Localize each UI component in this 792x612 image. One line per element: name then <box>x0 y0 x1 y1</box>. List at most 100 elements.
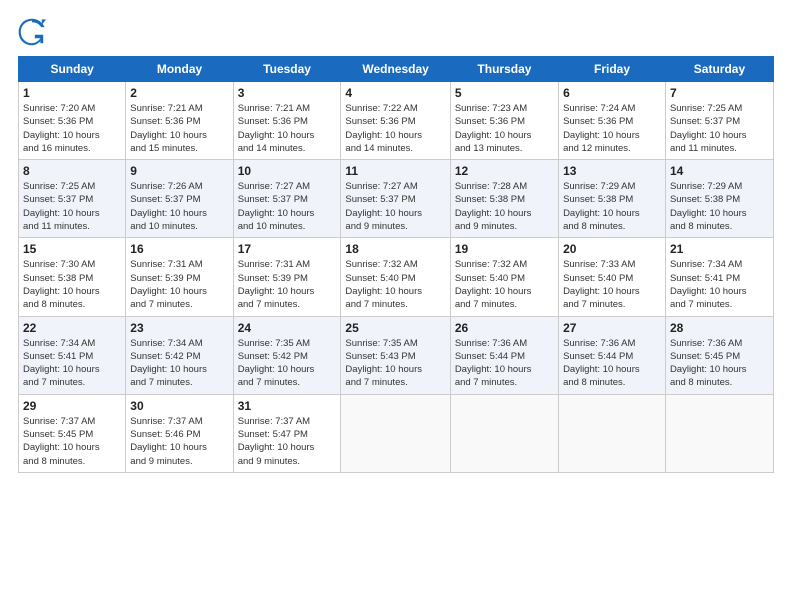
calendar-cell: 11 Sunrise: 7:27 AM Sunset: 5:37 PM Dayli… <box>341 160 450 238</box>
day-info: Sunrise: 7:25 AM Sunset: 5:37 PM Dayligh… <box>23 180 121 233</box>
day-number: 4 <box>345 86 445 100</box>
day-info: Sunrise: 7:36 AM Sunset: 5:44 PM Dayligh… <box>563 337 661 390</box>
day-info: Sunrise: 7:27 AM Sunset: 5:37 PM Dayligh… <box>238 180 337 233</box>
calendar-cell: 5Sunrise: 7:23 AM Sunset: 5:36 PM Daylig… <box>450 82 558 160</box>
day-info: Sunrise: 7:36 AM Sunset: 5:44 PM Dayligh… <box>455 337 554 390</box>
calendar-cell: 2 Sunrise: 7:21 AM Sunset: 5:36 PM Daylig… <box>126 82 233 160</box>
calendar-week-row: 15 Sunrise: 7:30 AM Sunset: 5:38 PM Dayli… <box>19 238 774 316</box>
calendar-cell <box>559 394 666 472</box>
calendar-cell: 23 Sunrise: 7:34 AM Sunset: 5:42 PM Dayli… <box>126 316 233 394</box>
day-info: Sunrise: 7:26 AM Sunset: 5:37 PM Dayligh… <box>130 180 228 233</box>
weekday-header-tuesday: Tuesday <box>233 57 341 82</box>
calendar-cell: 16 Sunrise: 7:31 AM Sunset: 5:39 PM Dayli… <box>126 238 233 316</box>
day-info: Sunrise: 7:29 AM Sunset: 5:38 PM Dayligh… <box>563 180 661 233</box>
day-info: Sunrise: 7:21 AM Sunset: 5:36 PM Dayligh… <box>130 102 228 155</box>
page-header <box>18 18 774 46</box>
day-info: Sunrise: 7:22 AM Sunset: 5:36 PM Dayligh… <box>345 102 445 155</box>
calendar-cell: 1 Sunrise: 7:20 AM Sunset: 5:36 PM Daylig… <box>19 82 126 160</box>
calendar-cell: 13 Sunrise: 7:29 AM Sunset: 5:38 PM Dayli… <box>559 160 666 238</box>
day-info: Sunrise: 7:31 AM Sunset: 5:39 PM Dayligh… <box>130 258 228 311</box>
calendar-cell: 3Sunrise: 7:21 AM Sunset: 5:36 PM Daylig… <box>233 82 341 160</box>
day-info: Sunrise: 7:30 AM Sunset: 5:38 PM Dayligh… <box>23 258 121 311</box>
day-number: 30 <box>130 399 228 413</box>
calendar-cell: 26 Sunrise: 7:36 AM Sunset: 5:44 PM Dayli… <box>450 316 558 394</box>
calendar-week-row: 29 Sunrise: 7:37 AM Sunset: 5:45 PM Dayli… <box>19 394 774 472</box>
day-info: Sunrise: 7:25 AM Sunset: 5:37 PM Dayligh… <box>670 102 769 155</box>
calendar-week-row: 1 Sunrise: 7:20 AM Sunset: 5:36 PM Daylig… <box>19 82 774 160</box>
day-info: Sunrise: 7:34 AM Sunset: 5:42 PM Dayligh… <box>130 337 228 390</box>
day-info: Sunrise: 7:35 AM Sunset: 5:43 PM Dayligh… <box>345 337 445 390</box>
day-number: 14 <box>670 164 769 178</box>
day-number: 24 <box>238 321 337 335</box>
day-number: 1 <box>23 86 121 100</box>
calendar-cell: 14 Sunrise: 7:29 AM Sunset: 5:38 PM Dayli… <box>665 160 773 238</box>
day-info: Sunrise: 7:32 AM Sunset: 5:40 PM Dayligh… <box>455 258 554 311</box>
day-number: 13 <box>563 164 661 178</box>
calendar-cell: 12Sunrise: 7:28 AM Sunset: 5:38 PM Dayli… <box>450 160 558 238</box>
day-number: 18 <box>345 242 445 256</box>
day-number: 26 <box>455 321 554 335</box>
calendar-cell: 21 Sunrise: 7:34 AM Sunset: 5:41 PM Dayli… <box>665 238 773 316</box>
day-info: Sunrise: 7:36 AM Sunset: 5:45 PM Dayligh… <box>670 337 769 390</box>
calendar-cell: 7Sunrise: 7:25 AM Sunset: 5:37 PM Daylig… <box>665 82 773 160</box>
calendar-cell <box>450 394 558 472</box>
day-info: Sunrise: 7:37 AM Sunset: 5:47 PM Dayligh… <box>238 415 337 468</box>
calendar-cell: 9 Sunrise: 7:26 AM Sunset: 5:37 PM Daylig… <box>126 160 233 238</box>
day-info: Sunrise: 7:28 AM Sunset: 5:38 PM Dayligh… <box>455 180 554 233</box>
weekday-header-row: SundayMondayTuesdayWednesdayThursdayFrid… <box>19 57 774 82</box>
day-info: Sunrise: 7:29 AM Sunset: 5:38 PM Dayligh… <box>670 180 769 233</box>
day-number: 28 <box>670 321 769 335</box>
calendar-cell: 18Sunrise: 7:32 AM Sunset: 5:40 PM Dayli… <box>341 238 450 316</box>
day-info: Sunrise: 7:27 AM Sunset: 5:37 PM Dayligh… <box>345 180 445 233</box>
day-info: Sunrise: 7:23 AM Sunset: 5:36 PM Dayligh… <box>455 102 554 155</box>
day-number: 25 <box>345 321 445 335</box>
calendar-cell: 19 Sunrise: 7:32 AM Sunset: 5:40 PM Dayli… <box>450 238 558 316</box>
calendar-cell: 29 Sunrise: 7:37 AM Sunset: 5:45 PM Dayli… <box>19 394 126 472</box>
day-number: 8 <box>23 164 121 178</box>
calendar-cell: 31 Sunrise: 7:37 AM Sunset: 5:47 PM Dayli… <box>233 394 341 472</box>
day-number: 3 <box>238 86 337 100</box>
calendar-cell: 20Sunrise: 7:33 AM Sunset: 5:40 PM Dayli… <box>559 238 666 316</box>
weekday-header-friday: Friday <box>559 57 666 82</box>
day-number: 9 <box>130 164 228 178</box>
weekday-header-wednesday: Wednesday <box>341 57 450 82</box>
weekday-header-thursday: Thursday <box>450 57 558 82</box>
calendar-cell: 17Sunrise: 7:31 AM Sunset: 5:39 PM Dayli… <box>233 238 341 316</box>
calendar-cell: 30 Sunrise: 7:37 AM Sunset: 5:46 PM Dayli… <box>126 394 233 472</box>
day-number: 29 <box>23 399 121 413</box>
weekday-header-monday: Monday <box>126 57 233 82</box>
day-info: Sunrise: 7:20 AM Sunset: 5:36 PM Dayligh… <box>23 102 121 155</box>
weekday-header-sunday: Sunday <box>19 57 126 82</box>
day-info: Sunrise: 7:31 AM Sunset: 5:39 PM Dayligh… <box>238 258 337 311</box>
day-number: 19 <box>455 242 554 256</box>
day-info: Sunrise: 7:37 AM Sunset: 5:45 PM Dayligh… <box>23 415 121 468</box>
day-info: Sunrise: 7:34 AM Sunset: 5:41 PM Dayligh… <box>670 258 769 311</box>
calendar-cell: 4 Sunrise: 7:22 AM Sunset: 5:36 PM Daylig… <box>341 82 450 160</box>
calendar-table: SundayMondayTuesdayWednesdayThursdayFrid… <box>18 56 774 473</box>
calendar-cell: 6Sunrise: 7:24 AM Sunset: 5:36 PM Daylig… <box>559 82 666 160</box>
day-info: Sunrise: 7:37 AM Sunset: 5:46 PM Dayligh… <box>130 415 228 468</box>
calendar-cell: 15 Sunrise: 7:30 AM Sunset: 5:38 PM Dayli… <box>19 238 126 316</box>
calendar-cell: 8 Sunrise: 7:25 AM Sunset: 5:37 PM Daylig… <box>19 160 126 238</box>
calendar-week-row: 8 Sunrise: 7:25 AM Sunset: 5:37 PM Daylig… <box>19 160 774 238</box>
day-number: 31 <box>238 399 337 413</box>
logo <box>18 18 48 46</box>
day-number: 23 <box>130 321 228 335</box>
weekday-header-saturday: Saturday <box>665 57 773 82</box>
calendar-cell: 25 Sunrise: 7:35 AM Sunset: 5:43 PM Dayli… <box>341 316 450 394</box>
day-number: 21 <box>670 242 769 256</box>
day-number: 22 <box>23 321 121 335</box>
day-number: 27 <box>563 321 661 335</box>
calendar-body: 1 Sunrise: 7:20 AM Sunset: 5:36 PM Daylig… <box>19 82 774 473</box>
day-number: 16 <box>130 242 228 256</box>
day-info: Sunrise: 7:34 AM Sunset: 5:41 PM Dayligh… <box>23 337 121 390</box>
day-info: Sunrise: 7:33 AM Sunset: 5:40 PM Dayligh… <box>563 258 661 311</box>
day-number: 2 <box>130 86 228 100</box>
calendar-week-row: 22 Sunrise: 7:34 AM Sunset: 5:41 PM Dayli… <box>19 316 774 394</box>
day-number: 10 <box>238 164 337 178</box>
day-number: 15 <box>23 242 121 256</box>
day-number: 11 <box>345 164 445 178</box>
day-info: Sunrise: 7:24 AM Sunset: 5:36 PM Dayligh… <box>563 102 661 155</box>
day-info: Sunrise: 7:35 AM Sunset: 5:42 PM Dayligh… <box>238 337 337 390</box>
calendar-cell: 28 Sunrise: 7:36 AM Sunset: 5:45 PM Dayli… <box>665 316 773 394</box>
